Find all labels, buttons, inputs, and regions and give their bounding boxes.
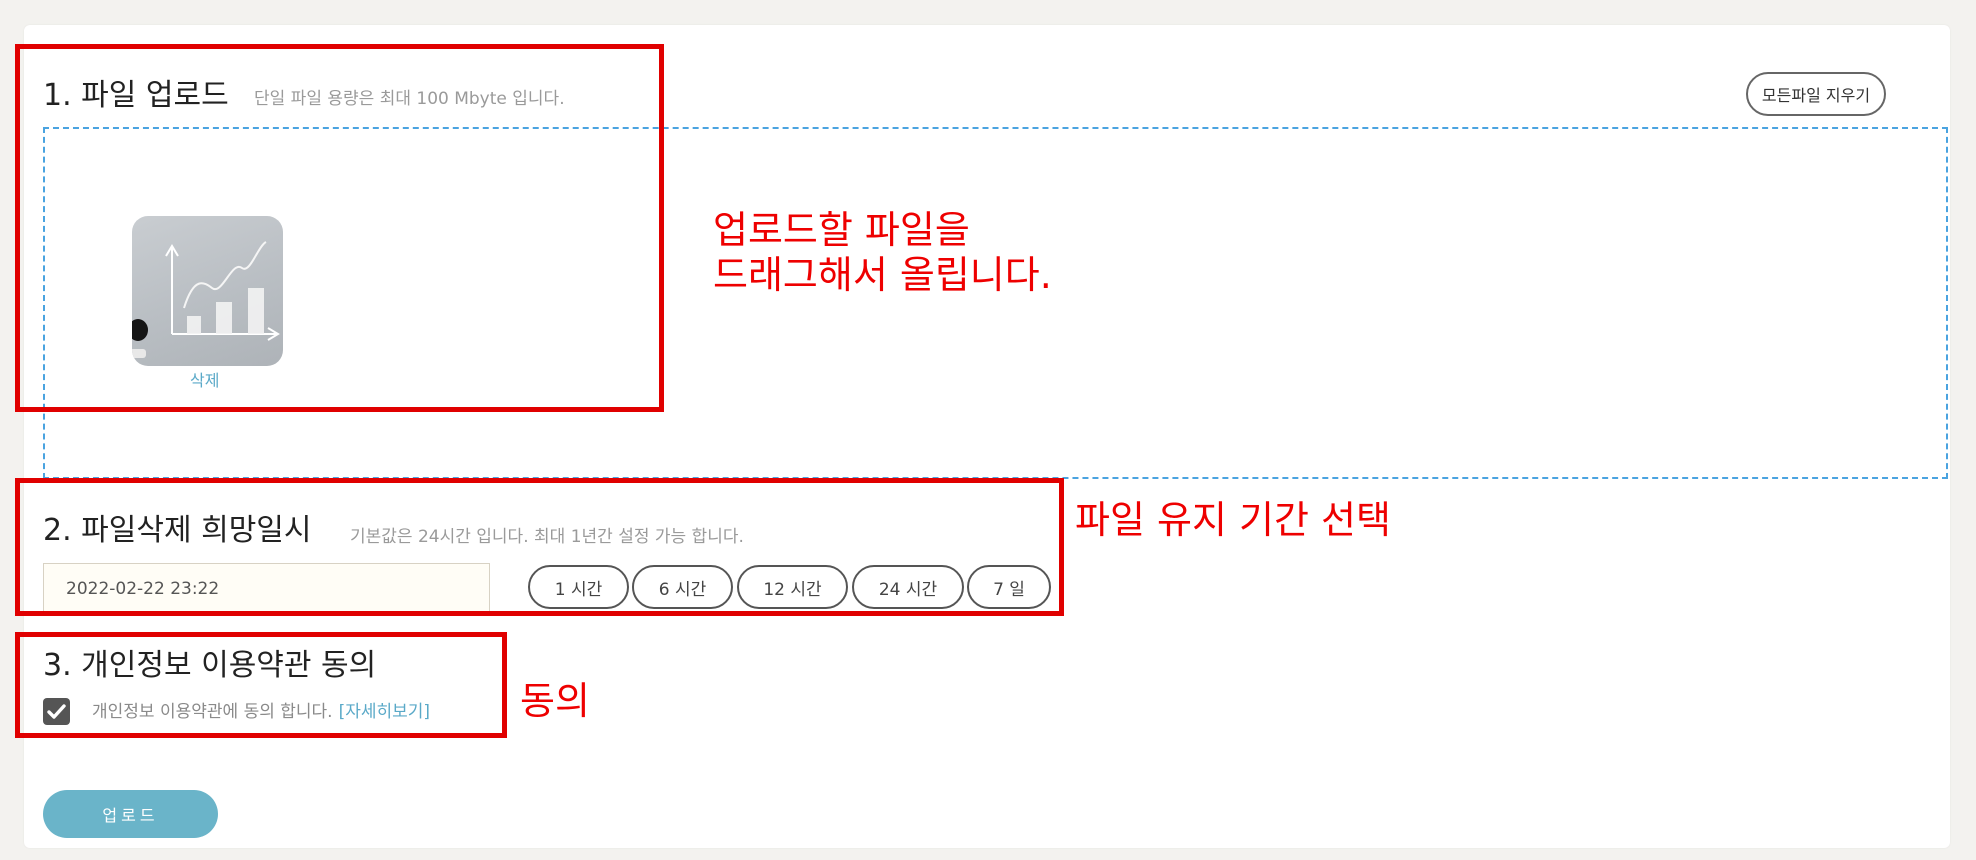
highlight-box-retention: [15, 478, 1064, 616]
annotation-drag-line1: 업로드할 파일을: [713, 208, 970, 252]
highlight-box-upload: [15, 44, 664, 412]
highlight-box-agree: [15, 632, 507, 738]
clear-all-files-button[interactable]: 모든파일 지우기: [1746, 72, 1886, 116]
annotation-drag-line2: 드래그해서 올립니다.: [713, 253, 1052, 297]
annotation-retention: 파일 유지 기간 선택: [1075, 498, 1391, 542]
upload-button[interactable]: 업로드: [43, 790, 218, 838]
annotation-agree: 동의: [520, 679, 590, 723]
